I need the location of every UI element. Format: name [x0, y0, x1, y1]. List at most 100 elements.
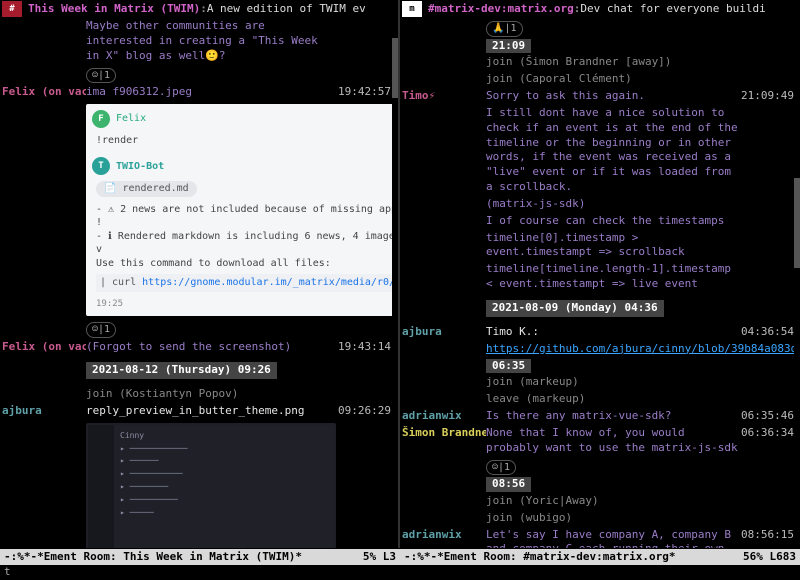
message-row: ajbura reply_preview_in_butter_theme.png…	[0, 403, 394, 420]
message-nick: ajbura	[400, 325, 486, 340]
message-row: Timo⚡ Sorry to ask this again. 21:09:49	[400, 88, 796, 105]
message-nick: Felix (on vaca	[0, 340, 86, 355]
message-row: F Felix !render T TWIO-Bot 📄 rendered.md…	[0, 101, 394, 319]
message-body: (Forgot to send the screenshot)	[86, 340, 338, 355]
reaction-badge[interactable]: 🙏|1	[486, 21, 523, 37]
message-row: 21:09	[400, 38, 796, 55]
modeline-right-title: *Ement Room: #matrix-dev:matrix.org*	[437, 550, 675, 565]
message-body: Maybe other communities are interested i…	[86, 19, 338, 64]
message-row: join (Caporal Clément)	[400, 71, 796, 88]
message-row: adrianwix Let's say I have company A, co…	[400, 527, 796, 548]
right-scrollbar[interactable]	[794, 18, 800, 548]
message-row: join (Kostiantyn Popov)	[0, 386, 394, 403]
right-pane: m #matrix-dev:matrix.org : Dev chat for …	[400, 0, 800, 548]
message-timestamp: 06:36:34	[740, 426, 796, 441]
message-body: 2021-08-09 (Monday) 04:36	[486, 300, 740, 317]
message-body[interactable]: https://github.com/ajbura/cinny/blob/39b…	[486, 342, 800, 357]
avatar-icon: F	[92, 110, 110, 128]
time-separator: 21:09	[486, 39, 531, 54]
message-row: 06:35	[400, 358, 796, 375]
reaction-badge[interactable]: ☺|1	[86, 322, 116, 338]
message-nick: ajbura	[0, 404, 86, 419]
avatar-icon: T	[92, 157, 110, 175]
message-body: reply_preview_in_butter_theme.png	[86, 404, 338, 419]
right-scroll-thumb[interactable]	[794, 178, 800, 268]
message-body: None that I know of, you would probably …	[486, 426, 740, 456]
left-room-topic: A new edition of TWIM ev	[207, 2, 366, 17]
right-titlebar: m #matrix-dev:matrix.org : Dev chat for …	[400, 0, 800, 18]
message-body: I of course can check the timestamps	[486, 214, 740, 229]
message-body: timeline[timeline.length-1].timestamp < …	[486, 262, 740, 292]
message-body: join (Caporal Clément)	[486, 72, 740, 87]
right-messages[interactable]: 🙏|1 21:09 join (Šimon Brandner [away]) j…	[400, 18, 800, 548]
message-link[interactable]: https://github.com/ajbura/cinny/blob/39b…	[486, 342, 800, 355]
message-row: ☺|1	[0, 319, 394, 339]
message-row: https://github.com/ajbura/cinny/blob/39b…	[400, 341, 796, 358]
message-body: I still dont have a nice solution to che…	[486, 106, 740, 195]
left-scroll-thumb[interactable]	[392, 38, 398, 98]
message-body: join (markeup)	[486, 375, 740, 390]
reaction-badge[interactable]: ☺|1	[86, 68, 116, 84]
reaction-badge[interactable]: ☺|1	[486, 460, 516, 476]
image-attachment[interactable]: F Felix !render T TWIO-Bot 📄 rendered.md…	[86, 104, 398, 316]
message-row: ajbura Timo K.: 04:36:54	[400, 324, 796, 341]
message-timestamp: 04:36:54	[740, 325, 796, 340]
date-separator: 2021-08-09 (Monday) 04:36	[486, 300, 664, 317]
message-nick: adrianwix	[400, 409, 486, 424]
message-row: join (Yoric|Away)	[400, 493, 796, 510]
message-row: I still dont have a nice solution to che…	[400, 105, 796, 196]
message-timestamp: 19:42:57	[338, 85, 394, 100]
room-icon-mdev: m	[402, 1, 422, 17]
message-row: 🙏|1	[400, 18, 796, 38]
message-row: Cinny ▸ ──────────── ▸ ────── ▸ ────────…	[0, 420, 394, 548]
message-row: 2021-08-09 (Monday) 04:36	[400, 299, 796, 318]
message-body: F Felix !render T TWIO-Bot 📄 rendered.md…	[86, 102, 398, 318]
time-separator: 06:35	[486, 359, 531, 374]
modeline-left-pos: 5% L3	[363, 550, 396, 565]
message-timestamp: 19:43:14	[338, 340, 394, 355]
modeline-left-title: *Ement Room: This Week in Matrix (TWIM)*	[37, 550, 302, 565]
message-timestamp: 06:35:46	[740, 409, 796, 424]
message-nick: Timo⚡	[400, 89, 486, 104]
message-timestamp: 21:09:49	[740, 89, 796, 104]
time-separator: 08:56	[486, 477, 531, 492]
message-row: ☺|1	[0, 65, 394, 85]
message-body: Timo K.:	[486, 325, 740, 340]
message-body: Let's say I have company A, company B an…	[486, 528, 740, 548]
room-icon-twim: #	[2, 1, 22, 17]
modeline: -:%*- *Ement Room: This Week in Matrix (…	[0, 549, 800, 565]
message-nick: Felix (on vaca	[0, 85, 86, 100]
message-row: leave (markeup)	[400, 391, 796, 408]
minibuffer[interactable]: t	[0, 565, 800, 579]
message-body: join (Šimon Brandner [away])	[486, 55, 740, 70]
message-body: 21:09	[486, 39, 740, 54]
message-row: Šimon Brandner None that I know of, you …	[400, 425, 796, 457]
message-row: join (markeup)	[400, 374, 796, 391]
message-row: timeline[timeline.length-1].timestamp < …	[400, 261, 796, 293]
message-timestamp: 09:26:29	[338, 404, 394, 419]
right-room-name: #matrix-dev:matrix.org	[428, 2, 574, 17]
message-body: ima f906312.jpeg	[86, 85, 338, 100]
message-row: timeline[0].timestamp > event.timestampt…	[400, 230, 796, 262]
left-titlebar: # This Week in Matrix (TWIM) : A new edi…	[0, 0, 398, 18]
message-row: join (wubigo)	[400, 510, 796, 527]
message-body: ☺|1	[86, 320, 338, 338]
message-body: (matrix-js-sdk)	[486, 197, 740, 212]
message-row: Maybe other communities are interested i…	[0, 18, 394, 65]
message-row: adrianwix Is there any matrix-vue-sdk? 0…	[400, 408, 796, 425]
message-row: Felix (on vaca (Forgot to send the scree…	[0, 339, 394, 356]
modeline-right-pos: 56% L683	[743, 550, 796, 565]
image-attachment[interactable]: Cinny ▸ ──────────── ▸ ────── ▸ ────────…	[86, 423, 336, 548]
left-scrollbar[interactable]	[392, 18, 398, 548]
modeline-right: -:%*- *Ement Room: #matrix-dev:matrix.or…	[400, 549, 800, 565]
message-body: timeline[0].timestamp > event.timestampt…	[486, 231, 740, 261]
message-body: Cinny ▸ ──────────── ▸ ────── ▸ ────────…	[86, 421, 338, 548]
message-row: join (Šimon Brandner [away])	[400, 54, 796, 71]
left-messages[interactable]: Maybe other communities are interested i…	[0, 18, 398, 548]
message-nick: adrianwix	[400, 528, 486, 543]
message-body: 08:56	[486, 477, 740, 492]
message-body: join (wubigo)	[486, 511, 740, 526]
message-body: join (Yoric|Away)	[486, 494, 740, 509]
attachment-pill: 📄 rendered.md	[96, 181, 197, 197]
message-row: ☺|1	[400, 457, 796, 477]
